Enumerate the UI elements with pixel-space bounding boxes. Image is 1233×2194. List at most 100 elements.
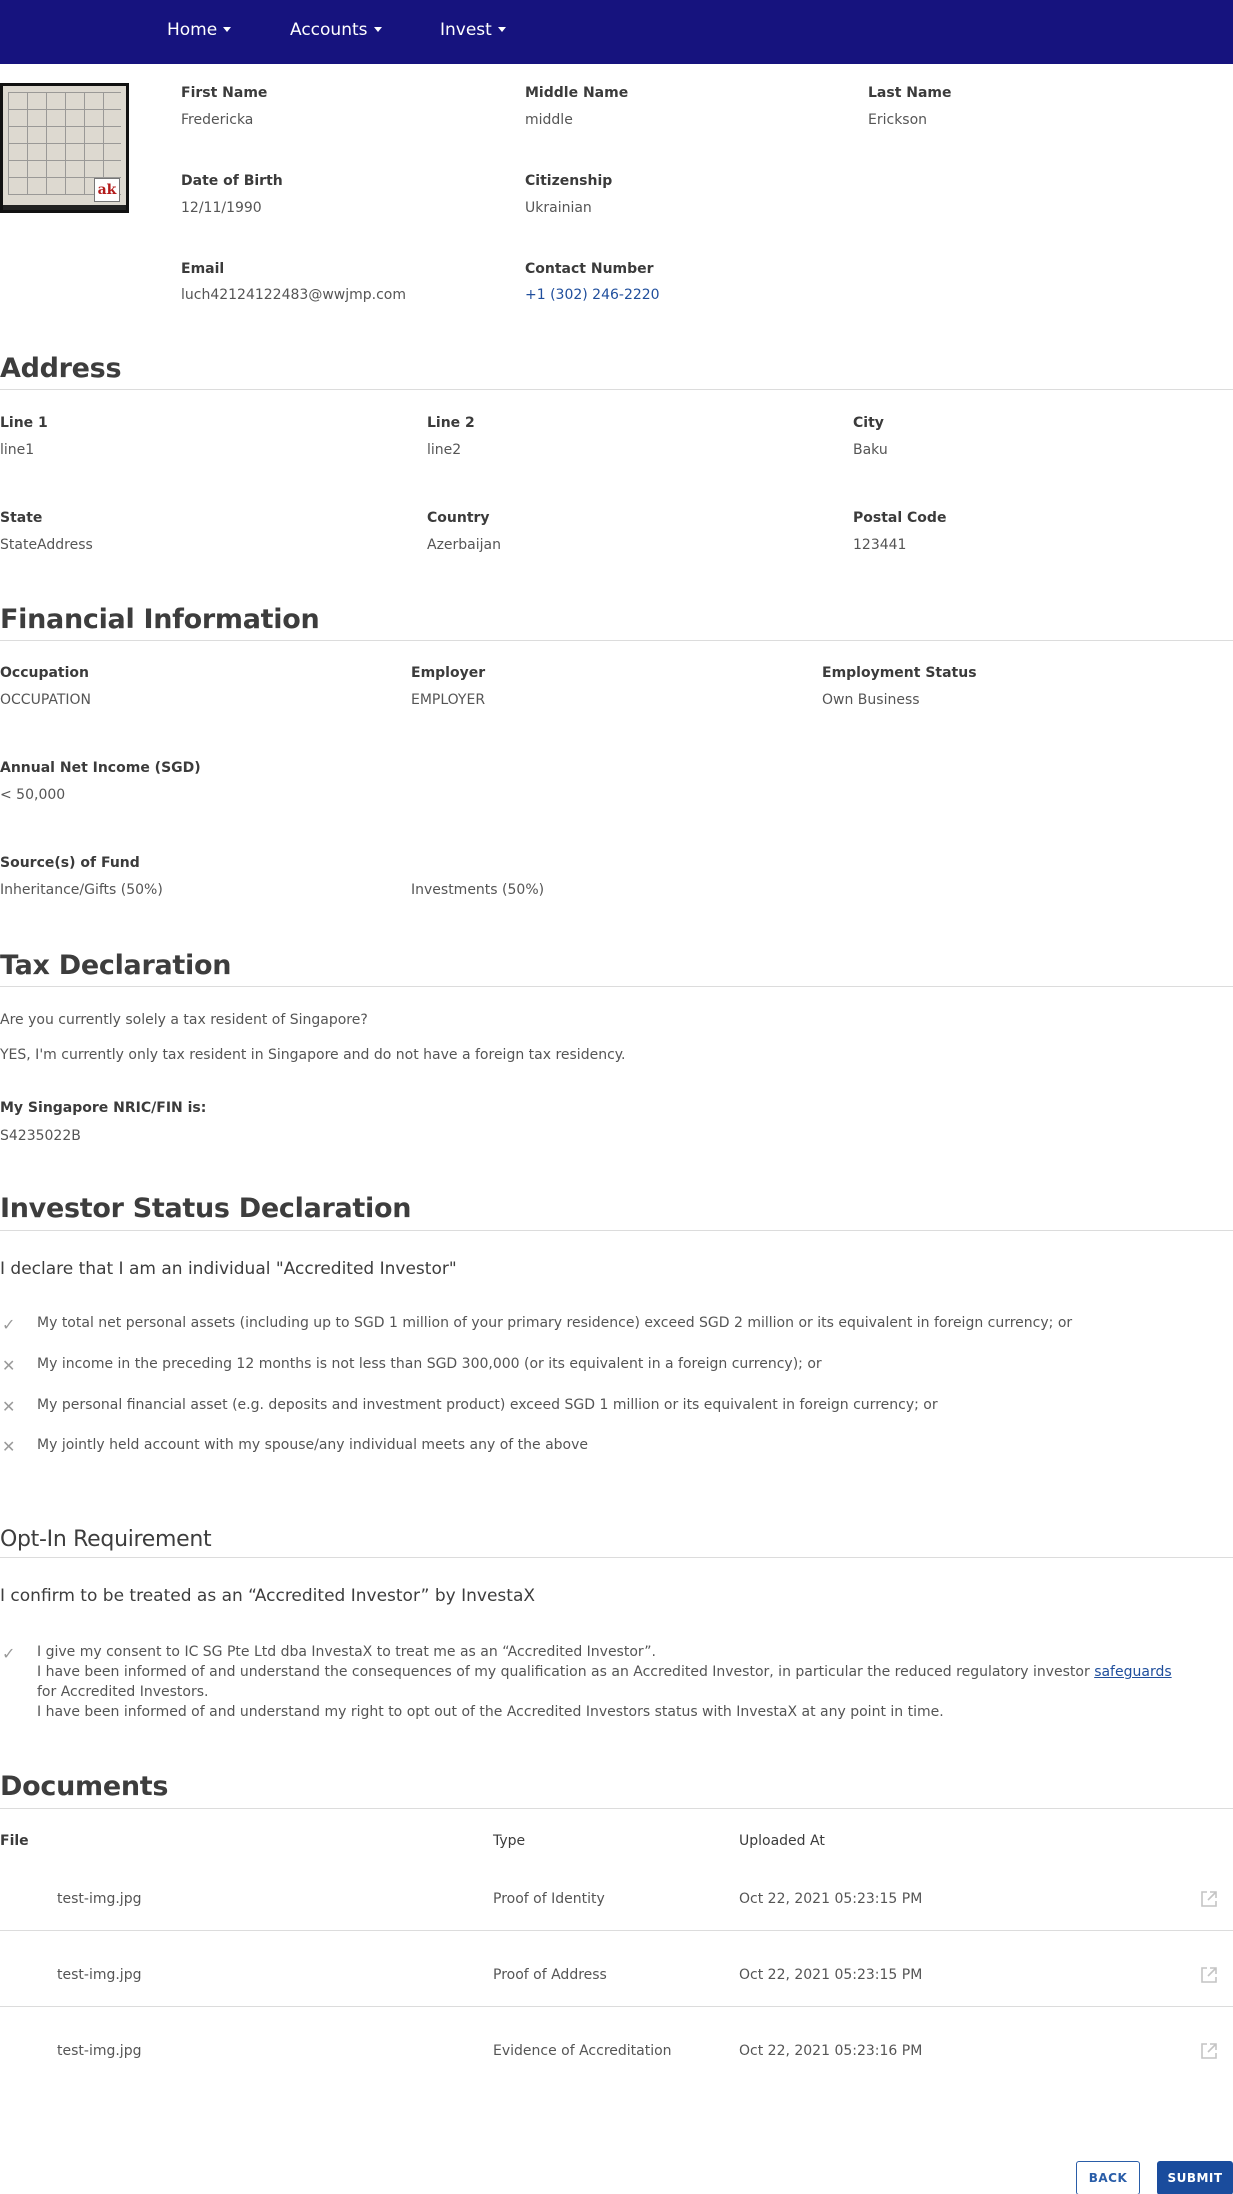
check-icon: ✓ [2,1644,16,1663]
divider [0,2006,1233,2007]
table-row: test-img.jpg Proof of Identity Oct 22, 2… [0,1863,1233,1939]
nav-invest-menu[interactable]: Invest [440,20,506,40]
nric-value: S4235022B [0,1128,81,1144]
line2-value: line2 [427,442,462,458]
country-label: Country [427,510,490,526]
source-item: Inheritance/Gifts (50%) [0,882,163,898]
first-name-value: Fredericka [181,112,254,128]
line2-label: Line 2 [427,415,475,431]
document-file-name: test-img.jpg [57,1891,142,1907]
divider [0,640,1233,641]
cross-icon: ✕ [2,1437,16,1456]
document-type: Evidence of Accreditation [493,2043,672,2059]
email-label: Email [181,261,225,277]
documents-col-uploaded: Uploaded At [739,1833,825,1849]
profile-photo: ak [0,83,129,213]
line1-value: line1 [0,442,35,458]
address-title: Address [0,353,122,384]
state-label: State [0,510,43,526]
citizenship-label: Citizenship [525,173,613,189]
line1-label: Line 1 [0,415,48,431]
employer-label: Employer [411,665,486,681]
document-uploaded-at: Oct 22, 2021 05:23:15 PM [739,1891,923,1907]
nav-invest-label: Invest [440,20,492,40]
last-name-value: Erickson [868,112,928,128]
declaration-text: My personal financial asset (e.g. deposi… [37,1397,938,1413]
optin-title: Opt-In Requirement [0,1527,212,1552]
safeguards-link[interactable]: safeguards [1094,1664,1171,1680]
middle-name-value: middle [525,112,573,128]
consent-line: I have been informed of and understand t… [37,1664,1172,1700]
divider [0,1557,1233,1558]
open-external-icon[interactable] [1199,1889,1219,1909]
income-value: < 50,000 [0,787,66,803]
check-icon: ✓ [2,1315,16,1334]
documents-col-type: Type [493,1833,526,1849]
document-uploaded-at: Oct 22, 2021 05:23:15 PM [739,1967,923,1983]
financial-title: Financial Information [0,604,320,635]
sources-label: Source(s) of Fund [0,855,140,871]
divider [0,1230,1233,1231]
caret-down-icon [373,26,382,32]
divider [0,986,1233,987]
declaration-text: My jointly held account with my spouse/a… [37,1437,589,1453]
postal-code-value: 123441 [853,537,907,553]
document-uploaded-at: Oct 22, 2021 05:23:16 PM [739,2043,923,2059]
divider [0,1930,1233,1931]
nav-accounts-label: Accounts [290,20,368,40]
table-row: test-img.jpg Proof of Address Oct 22, 20… [0,1939,1233,2015]
open-external-icon[interactable] [1199,2041,1219,2061]
first-name-label: First Name [181,85,268,101]
occupation-label: Occupation [0,665,90,681]
top-navbar: Home Accounts Invest [0,0,1233,64]
middle-name-label: Middle Name [525,85,629,101]
documents-col-file: File [0,1833,29,1849]
logo-icon: ak [94,178,120,202]
investor-status-subtitle: I declare that I am an individual "Accre… [0,1259,457,1279]
document-file-name: test-img.jpg [57,2043,142,2059]
nav-home-menu[interactable]: Home [167,20,232,40]
cross-icon: ✕ [2,1356,16,1375]
documents-title: Documents [0,1771,169,1802]
document-file-name: test-img.jpg [57,1967,142,1983]
back-button[interactable]: BACK [1076,2161,1140,2194]
nav-home-label: Home [167,20,218,40]
declaration-text: My income in the preceding 12 months is … [37,1356,822,1372]
nric-label: My Singapore NRIC/FIN is: [0,1100,207,1116]
employment-status-value: Own Business [822,692,920,708]
investor-status-title: Investor Status Declaration [0,1193,412,1224]
tax-question: Are you currently solely a tax resident … [0,1012,368,1028]
open-external-icon[interactable] [1199,1965,1219,1985]
employment-status-label: Employment Status [822,665,977,681]
dob-label: Date of Birth [181,173,283,189]
city-value: Baku [853,442,888,458]
income-label: Annual Net Income (SGD) [0,760,201,776]
tax-title: Tax Declaration [0,950,232,981]
consent-line: I have been informed of and understand m… [37,1704,944,1720]
cross-icon: ✕ [2,1397,16,1416]
contact-number-link[interactable]: +1 (302) 246-2220 [525,287,660,303]
occupation-value: OCCUPATION [0,692,92,708]
document-type: Proof of Address [493,1967,607,1983]
city-label: City [853,415,884,431]
postal-code-label: Postal Code [853,510,947,526]
optin-subtitle: I confirm to be treated as an “Accredite… [0,1586,536,1606]
nav-accounts-menu[interactable]: Accounts [290,20,382,40]
contact-number-label: Contact Number [525,261,654,277]
source-item: Investments (50%) [411,882,545,898]
caret-down-icon [497,26,506,32]
declaration-text: My total net personal assets (including … [37,1315,1073,1331]
state-value: StateAddress [0,537,93,553]
divider [0,389,1233,390]
citizenship-value: Ukrainian [525,200,592,216]
submit-button[interactable]: SUBMIT [1157,2161,1233,2194]
divider [0,1808,1233,1809]
employer-value: EMPLOYER [411,692,486,708]
optin-consent-text: I give my consent to IC SG Pte Ltd dba I… [37,1642,1187,1722]
last-name-label: Last Name [868,85,952,101]
table-row: test-img.jpg Evidence of Accreditation O… [0,2015,1233,2091]
country-value: Azerbaijan [427,537,501,553]
email-value: luch42124122483@wwjmp.com [181,287,406,303]
consent-line: I give my consent to IC SG Pte Ltd dba I… [37,1644,656,1660]
document-type: Proof of Identity [493,1891,605,1907]
